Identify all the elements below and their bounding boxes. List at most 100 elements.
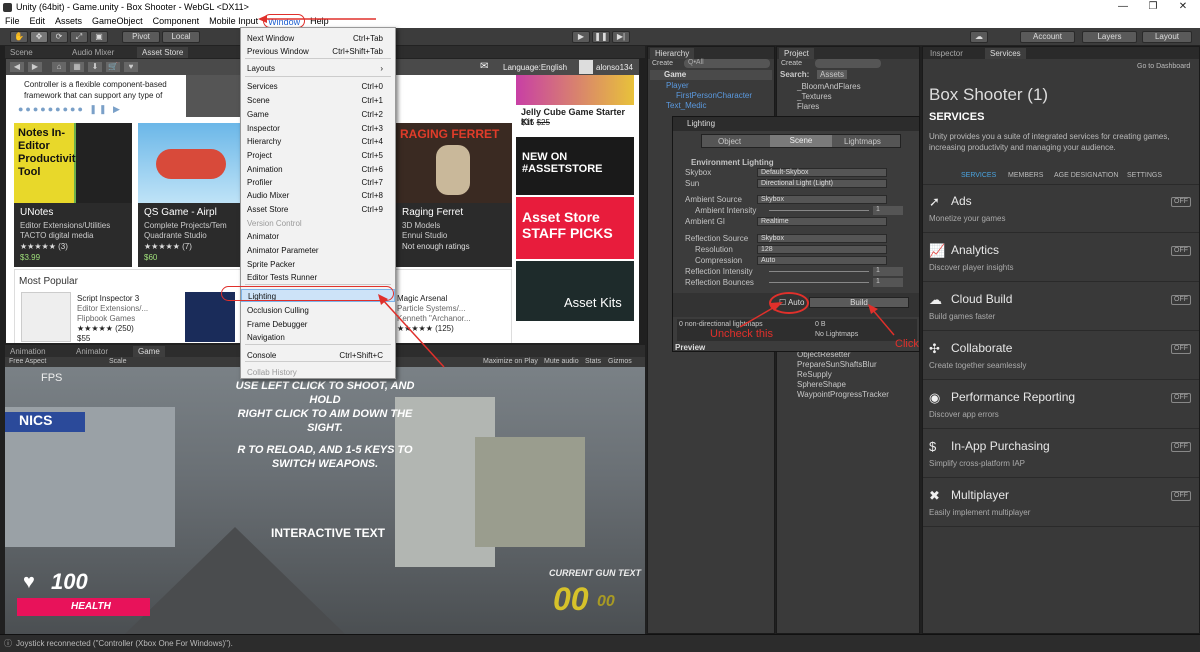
- service-toggle[interactable]: OFF: [1171, 344, 1191, 354]
- rect-tool-icon[interactable]: ▣: [90, 31, 108, 43]
- menu-item-game[interactable]: Game Ctrl+2: [241, 108, 395, 121]
- project-item-1[interactable]: _Textures: [797, 92, 832, 101]
- hierarchy-item-fpc[interactable]: FirstPersonCharacter: [676, 91, 752, 100]
- menu-assets[interactable]: Assets: [50, 14, 87, 28]
- compression-dropdown[interactable]: Auto: [757, 256, 887, 265]
- tab-asset-store[interactable]: Asset Store: [137, 47, 189, 58]
- menu-item-animator-parameter[interactable]: Animator Parameter: [241, 244, 395, 257]
- list-item[interactable]: WaypointProgressTracker: [797, 390, 889, 400]
- menu-item-hierarchy[interactable]: Hierarchy Ctrl+4: [241, 135, 395, 148]
- menu-edit[interactable]: Edit: [25, 14, 51, 28]
- menu-item-asset-store[interactable]: Asset Store Ctrl+9: [241, 203, 395, 216]
- store-card-qs-game[interactable]: QS Game - Airpl Complete Projects/Tem Qu…: [138, 123, 256, 267]
- service-toggle[interactable]: OFF: [1171, 491, 1191, 501]
- ambient-intensity-slider[interactable]: [769, 210, 869, 211]
- jelly-art[interactable]: [516, 75, 634, 105]
- service-row-multiplayer[interactable]: ✖ Multiplayer Easily implement multiplayer…: [923, 481, 1199, 527]
- download-icon[interactable]: ⬇: [88, 62, 102, 72]
- sun-field[interactable]: Directional Light (Light): [757, 179, 887, 188]
- menu-item-sprite-packer[interactable]: Sprite Packer: [241, 258, 395, 271]
- menu-component[interactable]: Component: [148, 14, 205, 28]
- rotate-tool-icon[interactable]: ⟳: [50, 31, 68, 43]
- forward-icon[interactable]: ▶: [28, 62, 42, 72]
- tab-hierarchy[interactable]: Hierarchy: [650, 48, 695, 59]
- lighting-tab-object[interactable]: Object: [718, 137, 741, 146]
- move-tool-icon[interactable]: ✥: [30, 31, 48, 43]
- lighting-tab-scene[interactable]: Scene: [770, 135, 832, 147]
- service-row-collaborate[interactable]: ✣ Collaborate Create together seamlessly OF…: [923, 334, 1199, 380]
- nav-services[interactable]: SERVICES: [961, 172, 996, 179]
- status-message[interactable]: Joystick reconnected ("Controller (Xbox …: [16, 639, 233, 648]
- store-card-raging-ferret[interactable]: RAGING FERRET Raging Ferret 3D Models En…: [396, 123, 512, 267]
- service-row-performance-reporting[interactable]: ◉ Performance Reporting Discover app error…: [923, 383, 1199, 429]
- close-icon[interactable]: ✕: [1168, 0, 1198, 14]
- hand-tool-icon[interactable]: ✋: [10, 31, 28, 43]
- banner-new-on-assetstore[interactable]: NEW ON #ASSETSTORE: [516, 137, 634, 195]
- tab-audio-mixer[interactable]: Audio Mixer: [67, 47, 119, 58]
- service-toggle[interactable]: OFF: [1171, 295, 1191, 305]
- resolution-dropdown[interactable]: 128: [757, 245, 887, 254]
- menu-gameobject[interactable]: GameObject: [87, 14, 148, 28]
- aspect-dropdown[interactable]: Free Aspect: [9, 357, 46, 367]
- menu-item-previous-window[interactable]: Previous Window Ctrl+Shift+Tab: [241, 45, 395, 58]
- tab-scene[interactable]: Scene: [5, 47, 38, 58]
- layers-dropdown[interactable]: Layers: [1082, 31, 1137, 43]
- home-icon[interactable]: ⌂: [52, 62, 66, 72]
- menu-item-profiler[interactable]: Profiler Ctrl+7: [241, 176, 395, 189]
- service-toggle[interactable]: OFF: [1171, 197, 1191, 207]
- popular-item-0[interactable]: Script Inspector 3 Editor Extensions/...…: [77, 294, 148, 343]
- service-row-analytics[interactable]: 📈 Analytics Discover player insights OFF: [923, 236, 1199, 282]
- tab-game[interactable]: Game: [133, 346, 165, 357]
- lighting-tab-lightmaps[interactable]: Lightmaps: [844, 137, 881, 146]
- list-item[interactable]: SphereShape: [797, 380, 889, 390]
- menu-item-services[interactable]: Services Ctrl+0: [241, 80, 395, 93]
- avatar[interactable]: [579, 60, 593, 74]
- menu-item-animation[interactable]: Animation Ctrl+6: [241, 163, 395, 176]
- tab-project[interactable]: Project: [779, 48, 814, 59]
- pivot-toggle[interactable]: Pivot: [122, 31, 160, 43]
- hierarchy-scene[interactable]: Game: [650, 70, 772, 80]
- service-row-in-app-purchasing[interactable]: $ In-App Purchasing Simplify cross-platfor…: [923, 432, 1199, 478]
- tab-services[interactable]: Services: [985, 48, 1026, 59]
- scale-slider[interactable]: Scale: [109, 357, 127, 367]
- service-row-cloud-build[interactable]: ☁ Cloud Build Build games faster OFF: [923, 285, 1199, 331]
- menu-item-inspector[interactable]: Inspector Ctrl+3: [241, 122, 395, 135]
- mail-icon[interactable]: ✉: [480, 61, 488, 72]
- menu-item-editor-tests-runner[interactable]: Editor Tests Runner: [241, 271, 395, 284]
- nav-age-designation[interactable]: AGE DESIGNATION: [1054, 172, 1118, 179]
- menu-item-project[interactable]: Project Ctrl+5: [241, 149, 395, 162]
- language-select[interactable]: Language:English: [503, 63, 567, 72]
- project-item-2[interactable]: Flares: [797, 102, 819, 111]
- minimize-icon[interactable]: —: [1108, 0, 1138, 14]
- heart-icon[interactable]: ♥: [124, 62, 138, 72]
- reflection-bounces-slider[interactable]: [769, 282, 869, 283]
- ambient-source-dropdown[interactable]: Skybox: [757, 195, 887, 204]
- service-toggle[interactable]: OFF: [1171, 246, 1191, 256]
- service-toggle[interactable]: OFF: [1171, 442, 1191, 452]
- layout-dropdown[interactable]: Layout: [1142, 31, 1192, 43]
- reflection-intensity-value[interactable]: 1: [873, 267, 903, 276]
- game-view[interactable]: NICS FPS USE LEFT CLICK TO SHOOT, AND HO…: [5, 367, 645, 634]
- play-icon[interactable]: ▶: [572, 31, 590, 43]
- project-search[interactable]: [815, 59, 881, 68]
- scale-tool-icon[interactable]: ⤢: [70, 31, 88, 43]
- cloud-icon[interactable]: ☁: [970, 31, 988, 43]
- menu-item-scene[interactable]: Scene Ctrl+1: [241, 94, 395, 107]
- nav-members[interactable]: MEMBERS: [1008, 172, 1043, 179]
- project-assets-tab[interactable]: Assets: [817, 70, 848, 79]
- pause-icon[interactable]: ❚❚: [592, 31, 610, 43]
- menu-item-layouts[interactable]: Layouts ›: [241, 62, 395, 75]
- cart-icon[interactable]: 🛒: [106, 62, 120, 72]
- step-icon[interactable]: ▶|: [612, 31, 630, 43]
- hierarchy-search[interactable]: Q•All: [684, 59, 770, 68]
- back-icon[interactable]: ◀: [10, 62, 24, 72]
- menu-item-audio-mixer[interactable]: Audio Mixer Ctrl+8: [241, 189, 395, 202]
- hierarchy-item-player[interactable]: Player: [666, 81, 689, 90]
- banner-staff-picks[interactable]: Asset Store STAFF PICKS: [516, 197, 634, 259]
- hierarchy-item-text-medic[interactable]: Text_Medic: [666, 101, 706, 110]
- go-to-dashboard-link[interactable]: Go to Dashboard: [1137, 63, 1190, 70]
- service-row-ads[interactable]: ➚ Ads Monetize your games OFF: [923, 187, 1199, 233]
- menu-item-version-control[interactable]: Version Control: [241, 217, 395, 230]
- reflection-intensity-slider[interactable]: [769, 271, 869, 272]
- skybox-field[interactable]: Default-Skybox: [757, 168, 887, 177]
